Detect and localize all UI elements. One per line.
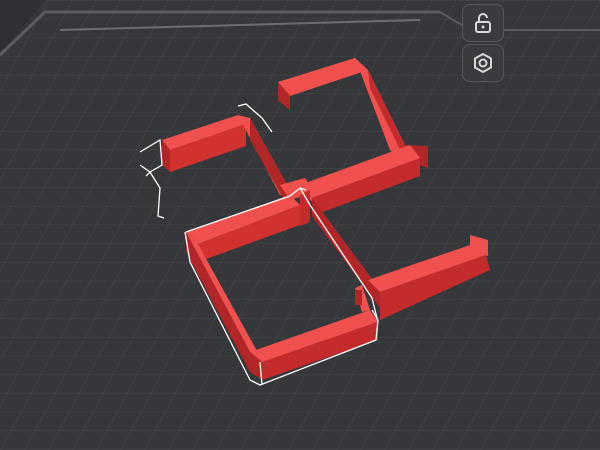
hexagon-nut-button[interactable] xyxy=(462,44,504,82)
lock-open-icon xyxy=(475,13,491,33)
3d-viewport[interactable] xyxy=(0,0,600,450)
hexagon-nut-icon xyxy=(474,52,492,74)
lock-button[interactable] xyxy=(462,4,504,42)
